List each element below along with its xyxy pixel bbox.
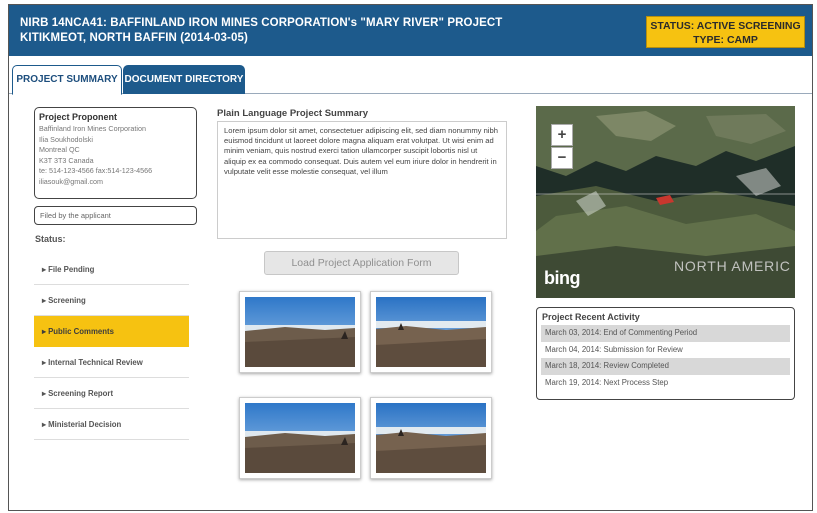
landscape-photo-image — [376, 403, 486, 473]
activity-heading: Project Recent Activity — [542, 312, 640, 322]
project-photo-3[interactable] — [239, 397, 361, 479]
recent-activity-panel: Project Recent Activity March 03, 2014: … — [536, 307, 795, 400]
status-text: STATUS: ACTIVE SCREENING — [650, 20, 801, 32]
project-photo-4[interactable] — [370, 397, 492, 479]
proponent-heading: Project Proponent — [39, 112, 118, 122]
status-stage-list: ▸ File Pending ▸ Screening ▸ Public Comm… — [34, 254, 189, 440]
proponent-contact-name: Ilia Soukhodolski — [39, 134, 93, 144]
status-label: Status: — [35, 234, 66, 244]
landscape-photo-image — [376, 297, 486, 367]
stage-internal-technical-review[interactable]: ▸ Internal Technical Review — [34, 347, 189, 378]
tab-bar: PROJECT SUMMARY DOCUMENT DIRECTORY — [9, 56, 812, 95]
plain-language-heading: Plain Language Project Summary — [217, 108, 368, 119]
proponent-postal-code: K3T 3T3 Canada — [39, 155, 94, 165]
project-title-line1: NIRB 14NCA41: BAFFINLAND IRON MINES CORP… — [20, 17, 503, 29]
bing-logo: bing — [544, 268, 581, 288]
tab-project-summary[interactable]: PROJECT SUMMARY — [12, 65, 122, 95]
landscape-photo-image — [245, 297, 355, 367]
project-proponent-card: Project Proponent Baffinland Iron Mines … — [34, 107, 197, 199]
project-title-line2: KITIKMEOT, NORTH BAFFIN (2014-03-05) — [20, 32, 248, 44]
map-region-label: NORTH AMERIC — [674, 258, 791, 274]
proponent-company: Baffinland Iron Mines Corporation — [39, 124, 146, 133]
project-page: NIRB 14NCA41: BAFFINLAND IRON MINES CORP… — [8, 4, 813, 511]
plain-language-summary: Lorem ipsum dolor sit amet, consectetuer… — [217, 121, 507, 239]
filed-by-field: Filed by the applicant — [34, 206, 197, 225]
proponent-city: Montreal QC — [39, 145, 80, 154]
project-photo-1[interactable] — [239, 291, 361, 373]
project-photo-2[interactable] — [370, 291, 492, 373]
proponent-phone-fax: te: 514-123-4566 fax:514-123-4566 — [39, 166, 153, 175]
load-application-form-button[interactable]: Load Project Application Form — [264, 251, 459, 275]
stage-screening[interactable]: ▸ Screening — [34, 285, 189, 316]
proponent-email[interactable]: iliasouk@gmail.com — [39, 177, 192, 188]
project-map[interactable]: + − NORTH AMERIC bing — [536, 106, 795, 298]
stage-file-pending[interactable]: ▸ File Pending — [34, 254, 189, 285]
activity-item: March 19, 2014: Next Process Step — [545, 377, 669, 387]
activity-item: March 03, 2014: End of Commenting Period — [541, 325, 790, 342]
stage-ministerial-decision[interactable]: ▸ Ministerial Decision — [34, 409, 189, 440]
stage-public-comments[interactable]: ▸ Public Comments — [34, 316, 189, 347]
stage-screening-report[interactable]: ▸ Screening Report — [34, 378, 189, 409]
status-badge: STATUS: ACTIVE SCREENING TYPE: CAMP — [646, 16, 805, 48]
page-header: NIRB 14NCA41: BAFFINLAND IRON MINES CORP… — [9, 5, 812, 56]
activity-item: March 18, 2014: Review Completed — [541, 358, 790, 375]
landscape-photo-image — [245, 403, 355, 473]
map-zoom-out-button[interactable]: − — [551, 147, 573, 169]
project-title: NIRB 14NCA41: BAFFINLAND IRON MINES CORP… — [20, 16, 502, 46]
type-text: TYPE: CAMP — [693, 34, 758, 46]
map-zoom-in-button[interactable]: + — [551, 124, 573, 146]
activity-item: March 04, 2014: Submission for Review — [545, 344, 683, 354]
tab-document-directory[interactable]: DOCUMENT DIRECTORY — [123, 65, 245, 94]
